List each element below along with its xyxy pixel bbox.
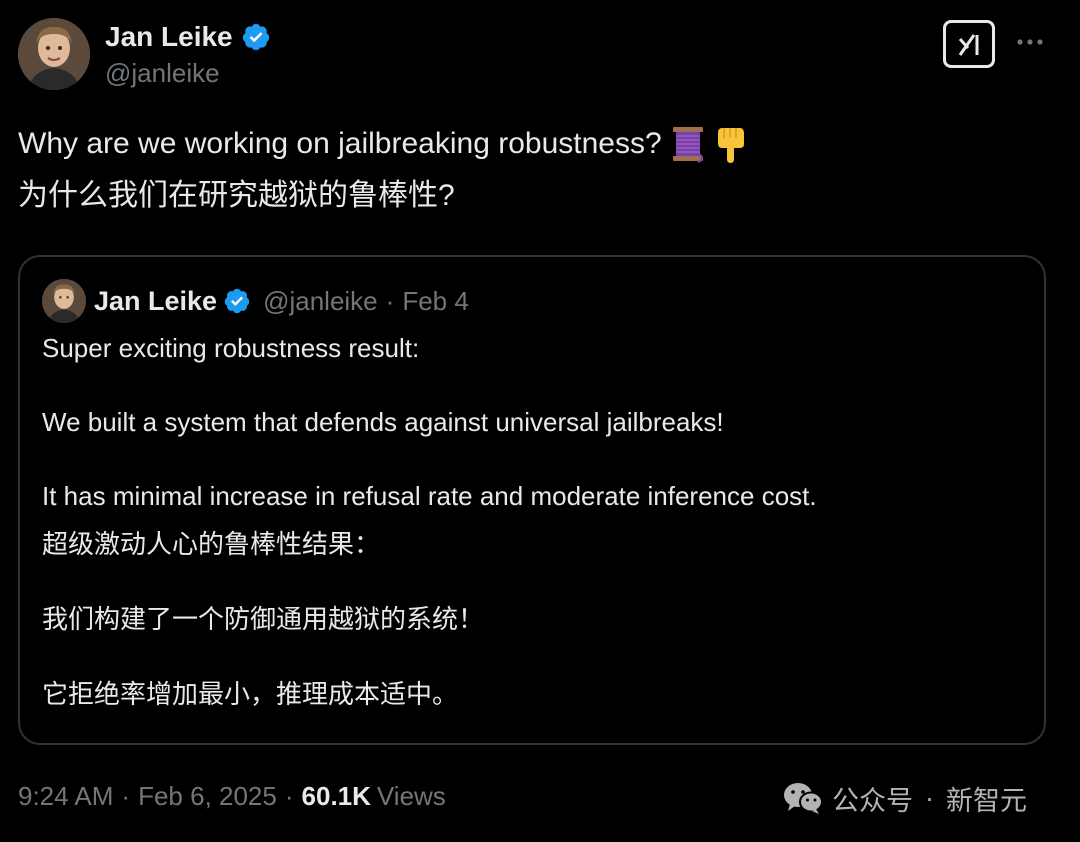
- meta-separator: ·: [121, 780, 131, 811]
- quoted-author-handle: @janleike: [263, 285, 378, 316]
- quoted-paragraph: 它拒绝率增加最小，推理成本适中。: [42, 679, 459, 709]
- watermark-right: 新智元: [946, 785, 1027, 816]
- grok-icon: [958, 34, 979, 56]
- wechat-watermark: 公众号 · 新智元: [782, 778, 1027, 818]
- quoted-paragraph: Super exciting robustness result:: [42, 333, 420, 363]
- quoted-paragraph: 超级激动人心的鲁棒性结果：: [42, 529, 381, 559]
- quoted-date: Feb 4: [402, 285, 469, 316]
- author-avatar[interactable]: [18, 18, 90, 90]
- quoted-author-avatar: [42, 279, 86, 323]
- quoted-tweet-header: Jan Leike @janleike · Feb 4: [42, 279, 469, 323]
- quoted-separator: ·: [385, 285, 395, 316]
- tweet-line-chinese: 为什么我们在研究越狱的鲁棒性?: [18, 170, 1058, 222]
- author-name[interactable]: Jan Leike: [105, 18, 233, 56]
- views-count[interactable]: 60.1K: [302, 781, 371, 812]
- quoted-verified-badge-icon: [224, 288, 250, 314]
- tweet-time[interactable]: 9:24 AM: [18, 781, 113, 812]
- wechat-icon: [784, 783, 823, 814]
- tweet-line-english: Why are we working on jailbreaking robus…: [18, 118, 1058, 170]
- quoted-author-name: Jan Leike: [94, 285, 218, 316]
- quoted-paragraph: We built a system that defends against u…: [42, 407, 724, 437]
- tweet-date[interactable]: Feb 6, 2025: [138, 781, 277, 812]
- grok-button[interactable]: [943, 20, 995, 68]
- tweet-text: Why are we working on jailbreaking robus…: [18, 118, 1058, 222]
- tweet-text-line2: 为什么我们在研究越狱的鲁棒性?: [18, 179, 455, 212]
- tweet-text-line1: Why are we working on jailbreaking robus…: [18, 127, 662, 160]
- thread-spool-icon: [672, 127, 703, 163]
- verified-badge-icon: [242, 23, 269, 51]
- pointing-down-icon: [717, 128, 744, 163]
- more-horizontal-icon: [1017, 39, 1043, 45]
- author-handle[interactable]: @janleike: [105, 56, 220, 90]
- watermark-separator: ·: [925, 782, 934, 813]
- author-name-row[interactable]: Jan Leike: [105, 18, 271, 56]
- quoted-tweet-body: Super exciting robustness result: We bui…: [42, 333, 1022, 711]
- meta-separator: ·: [284, 780, 294, 811]
- views-label: Views: [376, 780, 446, 811]
- watermark-left: 公众号: [832, 785, 913, 816]
- quoted-tweet-card[interactable]: Jan Leike @janleike · Feb 4 Super exciti…: [18, 255, 1046, 745]
- quoted-paragraph: It has minimal increase in refusal rate …: [42, 481, 817, 511]
- more-options-button[interactable]: [1012, 24, 1048, 60]
- quoted-paragraph: 我们构建了一个防御通用越狱的系统！: [42, 604, 485, 634]
- tweet-meta: 9:24 AM · Feb 6, 2025 · 60.1K Views: [18, 776, 446, 816]
